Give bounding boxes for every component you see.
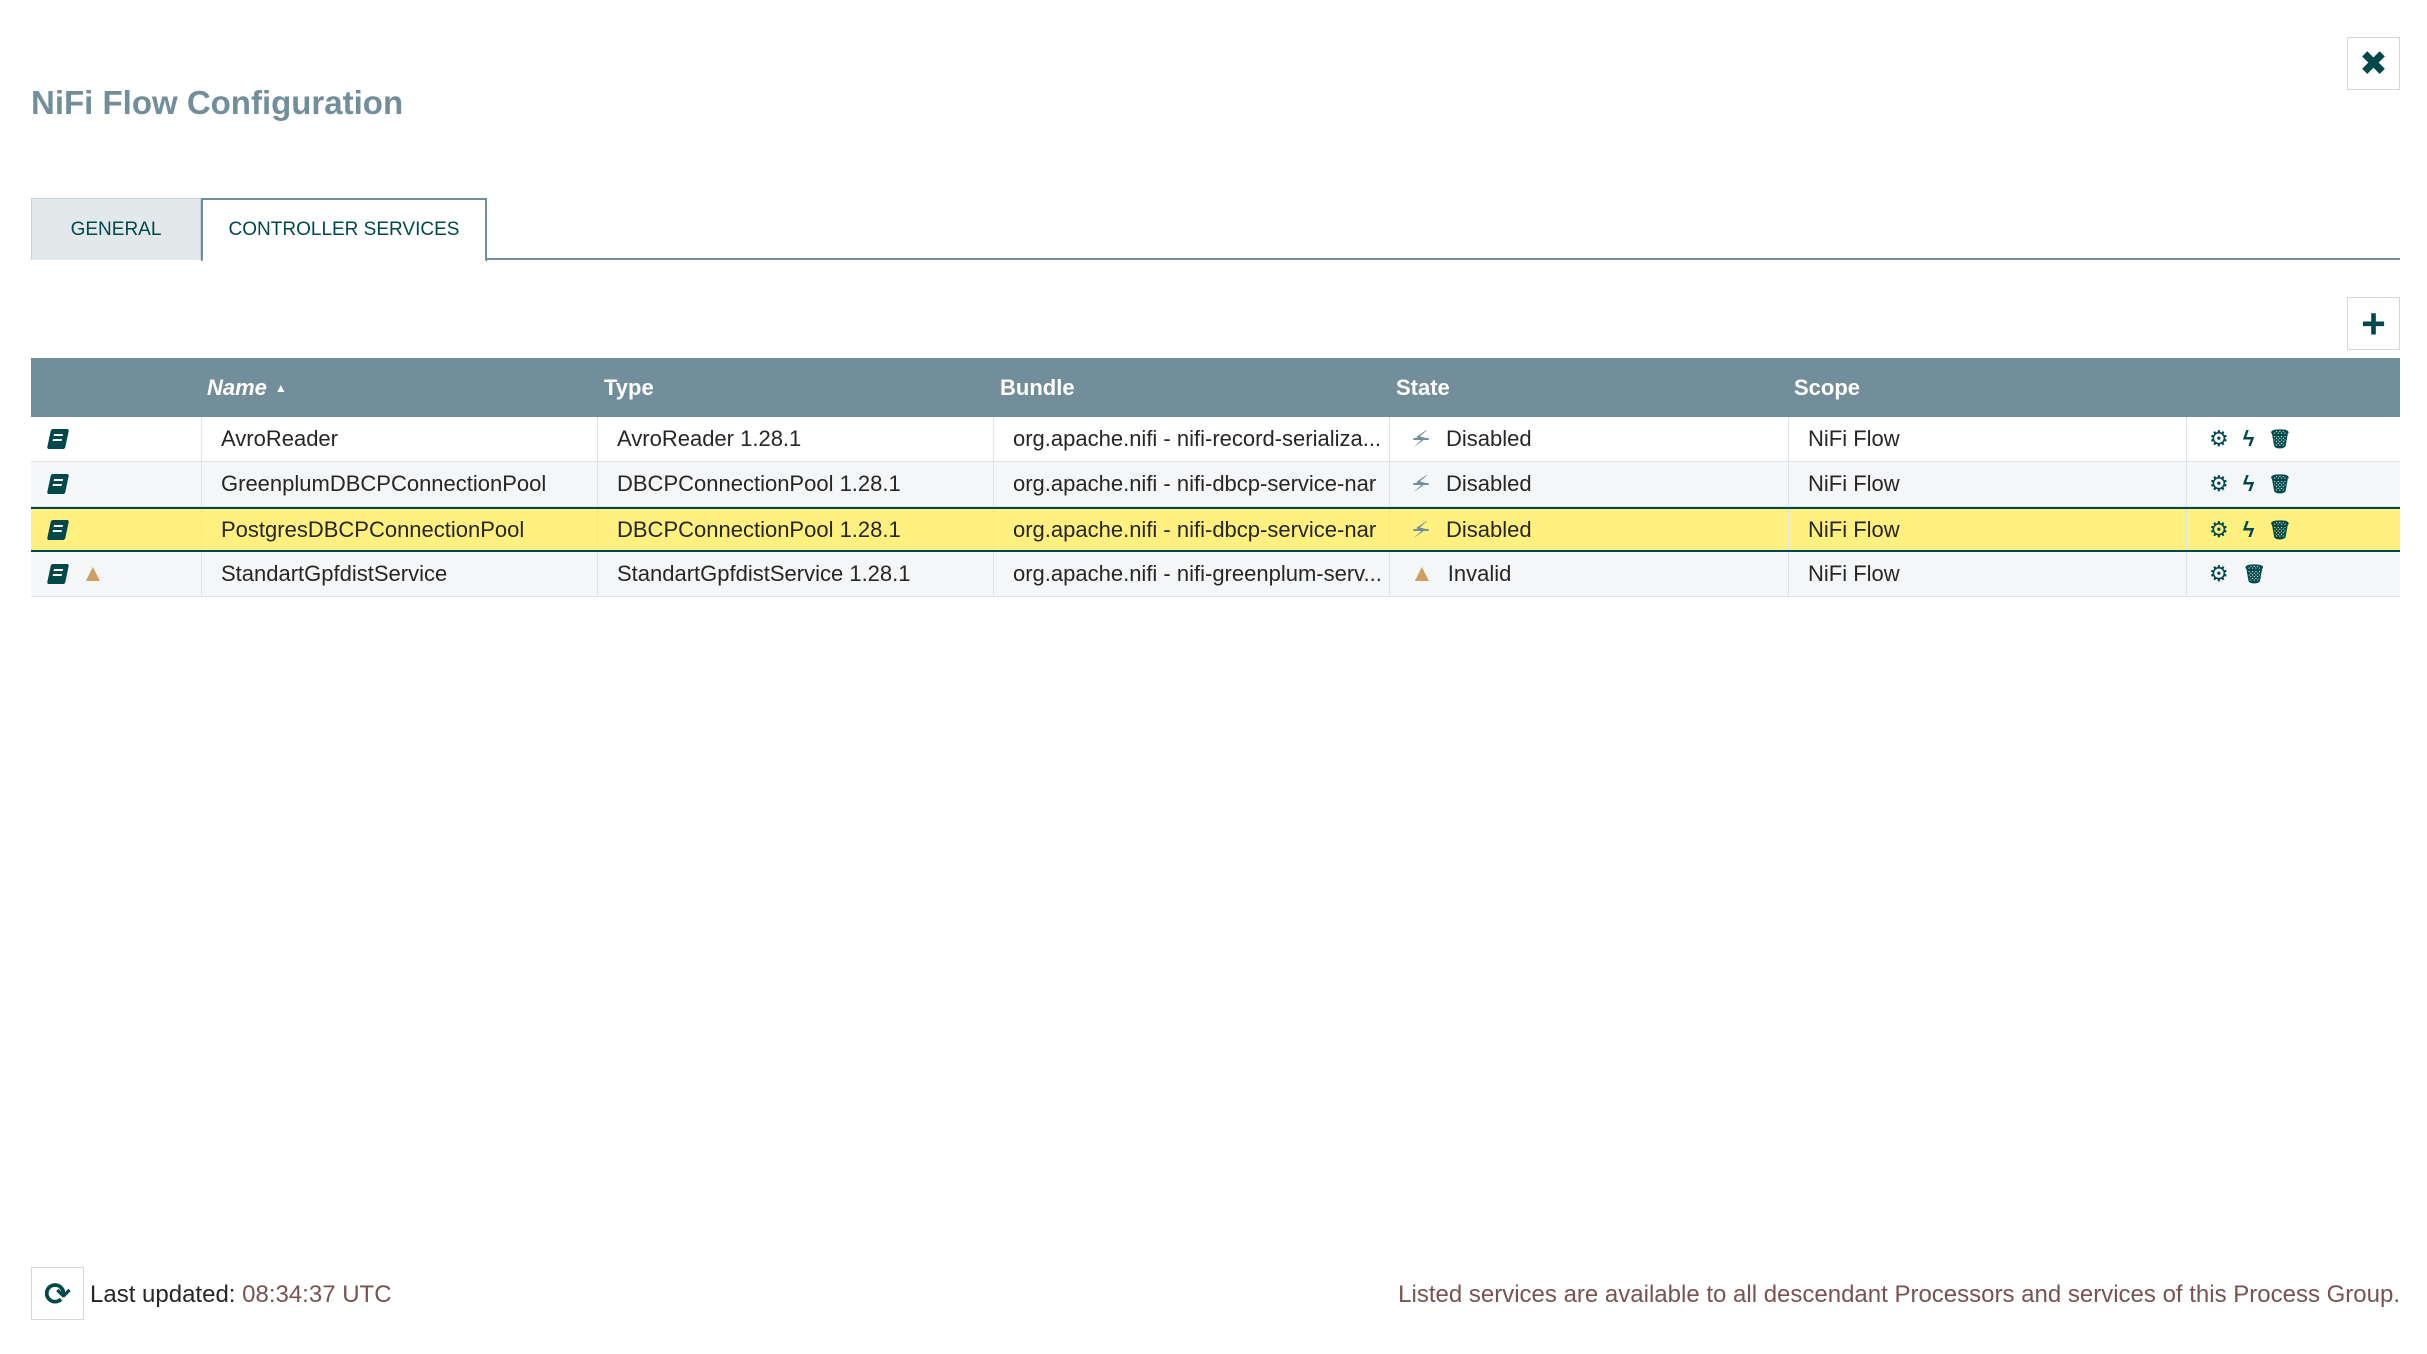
configure-icon[interactable]: ⚙ xyxy=(2209,473,2229,495)
cell-state: ⚡ Disabled xyxy=(1389,417,1788,461)
column-header-bundle[interactable]: Bundle xyxy=(1000,358,1075,417)
doc-icon[interactable] xyxy=(46,564,70,584)
page-title: NiFi Flow Configuration xyxy=(31,84,404,121)
cell-scope-text: NiFi Flow xyxy=(1808,516,1900,542)
row-actions: ⚙ ϟ 🗑 xyxy=(2186,509,2400,550)
last-updated-label: Last updated: xyxy=(90,1281,236,1308)
table-row[interactable]: PostgresDBCPConnectionPool DBCPConnection… xyxy=(31,507,2400,552)
disabled-icon: ⚡ xyxy=(1413,516,1429,542)
cell-type: AvroReader 1.28.1 xyxy=(597,417,993,461)
cell-scope: NiFi Flow xyxy=(1788,462,2186,506)
cell-state: ▲ Invalid xyxy=(1389,552,1788,596)
row-icons: ▲ xyxy=(31,552,201,596)
column-header-type[interactable]: Type xyxy=(604,358,654,417)
cell-state: ⚡ Disabled xyxy=(1389,509,1788,550)
cell-scope-text: NiFi Flow xyxy=(1808,471,1900,496)
row-actions: ⚙ 🗑 xyxy=(2186,552,2400,596)
cell-name: PostgresDBCPConnectionPool xyxy=(201,509,597,550)
column-header-state[interactable]: State xyxy=(1396,358,1450,417)
cell-scope: NiFi Flow xyxy=(1788,417,2186,461)
cell-type-text: AvroReader 1.28.1 xyxy=(617,426,802,451)
sort-ascending-icon: ▲ xyxy=(274,380,287,395)
warning-icon[interactable]: ▲ xyxy=(81,562,105,586)
delete-icon[interactable]: 🗑 xyxy=(2268,430,2291,448)
table-row[interactable]: GreenplumDBCPConnectionPool DBCPConnectio… xyxy=(31,462,2400,507)
tab-controller-services[interactable]: CONTROLLER SERVICES xyxy=(201,198,487,262)
tab-bar: GENERAL CONTROLLER SERVICES xyxy=(31,198,2400,262)
refresh-button[interactable]: ⟳ xyxy=(31,1267,84,1320)
row-icons xyxy=(31,417,201,461)
cell-bundle-text: org.apache.nifi - nifi-record-serializa.… xyxy=(1013,426,1382,451)
configure-icon[interactable]: ⚙ xyxy=(2209,518,2229,541)
cell-type: DBCPConnectionPool 1.28.1 xyxy=(597,462,993,506)
cell-name-text: GreenplumDBCPConnectionPool xyxy=(221,471,547,496)
cell-type-text: StandartGpfdistService 1.28.1 xyxy=(617,561,911,586)
cell-type-text: DBCPConnectionPool 1.28.1 xyxy=(617,471,901,496)
enable-icon[interactable]: ϟ xyxy=(2243,428,2255,450)
last-updated: Last updated: 08:34:37 UTC xyxy=(90,1281,392,1309)
cell-bundle: org.apache.nifi - nifi-greenplum-serv... xyxy=(993,552,1389,596)
cell-scope-text: NiFi Flow xyxy=(1808,561,1900,586)
row-icons xyxy=(31,462,201,506)
close-button[interactable]: ✖ xyxy=(2347,37,2400,90)
cell-bundle-text: org.apache.nifi - nifi-greenplum-serv... xyxy=(1013,561,1382,586)
row-icons xyxy=(31,509,201,550)
cell-scope: NiFi Flow xyxy=(1788,509,2186,550)
column-header-scope[interactable]: Scope xyxy=(1794,358,1860,417)
cell-name-text: StandartGpfdistService xyxy=(221,561,448,586)
cell-bundle: org.apache.nifi - nifi-record-serializa.… xyxy=(993,417,1389,461)
cell-bundle-text: org.apache.nifi - nifi-dbcp-service-nar xyxy=(1013,471,1377,496)
enable-icon[interactable]: ϟ xyxy=(2243,473,2255,495)
cell-bundle-text: org.apache.nifi - nifi-dbcp-service-nar xyxy=(1013,516,1377,542)
cell-name: AvroReader xyxy=(201,417,597,461)
last-updated-value: 08:34:37 UTC xyxy=(242,1281,392,1308)
state-label: Disabled xyxy=(1446,471,1532,496)
table-row[interactable]: ▲ StandartGpfdistService StandartGpfdistSe… xyxy=(31,552,2400,597)
table-body: AvroReader AvroReader 1.28.1 org.apache.ni… xyxy=(31,417,2400,597)
state-label: Disabled xyxy=(1446,516,1532,542)
add-controller-service-button[interactable]: + xyxy=(2347,297,2400,350)
footer-note: Listed services are available to all des… xyxy=(1398,1281,2400,1308)
controller-services-table: Name ▲ Type Bundle State Scope AvroReade… xyxy=(31,358,2400,597)
configure-icon[interactable]: ⚙ xyxy=(2209,428,2229,450)
disabled-icon: ⚡ xyxy=(1413,426,1429,451)
cell-type: StandartGpfdistService 1.28.1 xyxy=(597,552,993,596)
doc-icon[interactable] xyxy=(46,519,70,540)
cell-name: StandartGpfdistService xyxy=(201,552,597,596)
state-label: Invalid xyxy=(1447,561,1512,586)
table-row[interactable]: AvroReader AvroReader 1.28.1 org.apache.ni… xyxy=(31,417,2400,462)
doc-icon[interactable] xyxy=(46,474,70,494)
state-label: Disabled xyxy=(1446,426,1532,451)
cell-state: ⚡ Disabled xyxy=(1389,462,1788,506)
delete-icon[interactable]: 🗑 xyxy=(2268,475,2291,493)
cell-name: GreenplumDBCPConnectionPool xyxy=(201,462,597,506)
disabled-icon: ⚡ xyxy=(1413,471,1429,496)
delete-icon[interactable]: 🗑 xyxy=(2243,565,2266,583)
doc-icon[interactable] xyxy=(46,429,70,449)
cell-type-text: DBCPConnectionPool 1.28.1 xyxy=(617,516,901,542)
cell-bundle: org.apache.nifi - nifi-dbcp-service-nar xyxy=(993,509,1389,550)
row-actions: ⚙ ϟ 🗑 xyxy=(2186,417,2400,461)
cell-type: DBCPConnectionPool 1.28.1 xyxy=(597,509,993,550)
configure-icon[interactable]: ⚙ xyxy=(2209,563,2229,585)
warning-icon: ▲ xyxy=(1410,560,1434,587)
table-header: Name ▲ Type Bundle State Scope xyxy=(31,358,2400,417)
cell-scope-text: NiFi Flow xyxy=(1808,426,1900,451)
enable-icon[interactable]: ϟ xyxy=(2243,518,2255,541)
column-header-name-label: Name xyxy=(207,374,267,400)
cell-scope: NiFi Flow xyxy=(1788,552,2186,596)
tab-general[interactable]: GENERAL xyxy=(31,198,201,260)
column-header-name[interactable]: Name ▲ xyxy=(207,358,287,417)
row-actions: ⚙ ϟ 🗑 xyxy=(2186,462,2400,506)
cell-bundle: org.apache.nifi - nifi-dbcp-service-nar xyxy=(993,462,1389,506)
cell-name-text: AvroReader xyxy=(221,426,338,451)
cell-name-text: PostgresDBCPConnectionPool xyxy=(221,516,525,542)
delete-icon[interactable]: 🗑 xyxy=(2268,521,2291,539)
